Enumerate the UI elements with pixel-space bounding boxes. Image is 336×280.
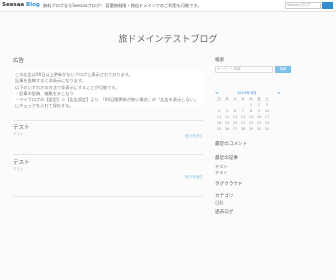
day: 30 — [256, 127, 262, 131]
logo-part1: Seesaa — [2, 2, 25, 8]
divider — [13, 120, 203, 121]
day: 28 — [240, 127, 246, 131]
archive-heading: 過去ログ — [215, 210, 234, 215]
top-bar: Seesaa Blog 無料ブログならSeesaaブログ！ 容量無制限・独自ドメ… — [0, 0, 336, 12]
ad-text: この広告は90日以上更新がないブログに表示されております。 記事を投稿すると非表… — [13, 72, 203, 109]
read-more-link[interactable]: 続きを読む — [185, 175, 203, 180]
sidebar: 検索 キーワード検索 検索 ≪ 2019年 8月 ≫ 日 月 火 水 木 金 土 — [215, 58, 305, 216]
calendar: ≪ 2019年 8月 ≫ 日 月 火 水 木 金 土 1 2 3 4 5 6 7… — [215, 90, 305, 132]
ad-line: ・マイブログの【設定】＞【広告設定】より、「60日間更新が無い場合」の「広告を表… — [15, 97, 199, 108]
sidebar-search-input[interactable]: キーワード検索 — [215, 66, 273, 73]
post-body: テスト — [13, 132, 24, 136]
ad-heading: 広告 — [13, 58, 25, 64]
logo-part2: Blog — [26, 2, 40, 8]
next-month-icon[interactable]: ≫ — [277, 90, 281, 96]
day: 27 — [232, 127, 238, 131]
day: 25 — [216, 127, 222, 131]
day: 29 — [248, 127, 254, 131]
seesaa-logo[interactable]: Seesaa Blog — [2, 1, 40, 9]
divider — [13, 154, 203, 155]
day: 26 — [224, 127, 230, 131]
post-body: テスト — [13, 167, 24, 171]
site-title[interactable]: 旅ドメインテストブログ — [0, 32, 336, 45]
calendar-header: ≪ 2019年 8月 ≫ — [215, 90, 305, 96]
sidebar-search: キーワード検索 検索 — [215, 66, 305, 76]
day: 31 — [264, 127, 270, 131]
sidebar-search-button[interactable]: 検索 — [275, 66, 291, 73]
divider — [13, 196, 203, 197]
post-entry: テスト テスト — [13, 160, 203, 172]
top-search-button[interactable] — [322, 2, 333, 9]
calendar-title: 2019年 8月 — [237, 91, 257, 95]
post-entry: テスト テスト — [13, 125, 203, 137]
read-more-link[interactable]: 続きを読む — [185, 134, 203, 139]
top-search-input[interactable]: Seesaaブログ — [285, 2, 321, 9]
search-heading: 検索 — [215, 58, 225, 63]
calendar-week: 25 26 27 28 29 30 31 — [215, 126, 271, 132]
ad-box: この広告は90日以上更新がないブログに表示されております。 記事を投稿すると非表… — [13, 70, 203, 109]
calendar-table: 日 月 火 水 木 金 土 1 2 3 4 5 6 7 8 9 10 11 12… — [215, 96, 271, 132]
prev-month-icon[interactable]: ≪ — [215, 90, 219, 96]
top-notice[interactable]: 無料ブログならSeesaaブログ！ 容量無制限・独自ドメインでのご利用も可能です… — [43, 2, 201, 9]
main-column: 広告 この広告は90日以上更新がないブログに表示されております。 記事を投稿する… — [13, 58, 203, 108]
